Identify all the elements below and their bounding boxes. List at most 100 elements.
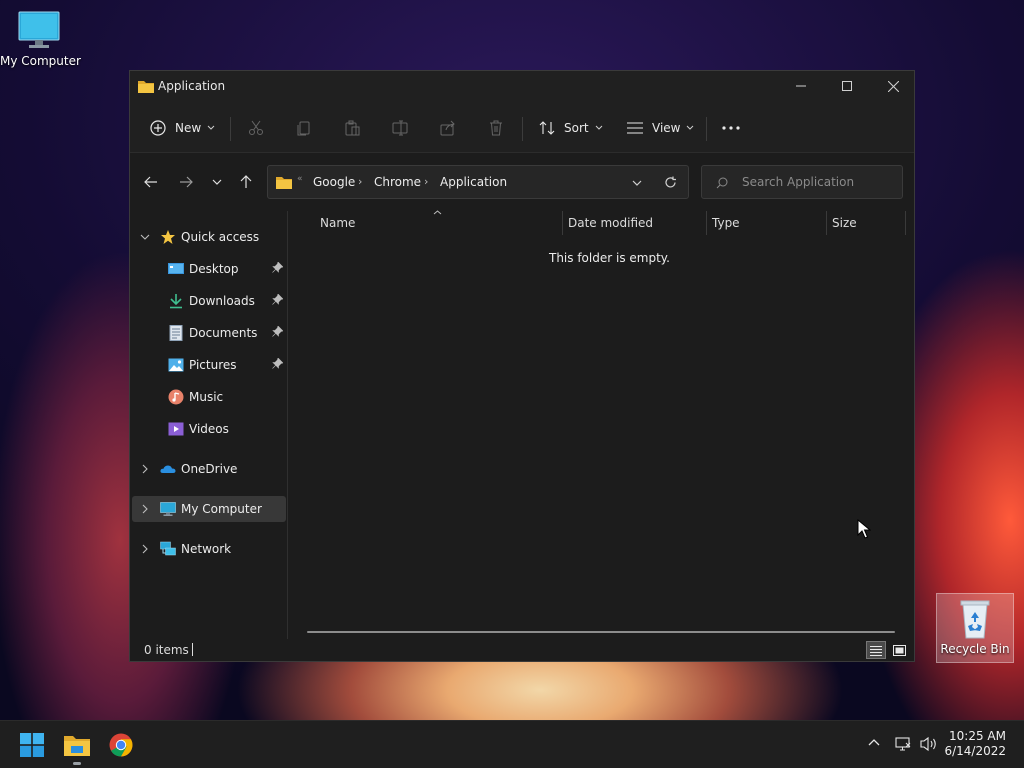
navigation-bar: « Google › Chrome › Application Search A… (130, 154, 914, 210)
search-box[interactable]: Search Application (701, 165, 903, 199)
column-header-date-modified[interactable]: Date modified (568, 211, 653, 237)
address-bar[interactable]: « Google › Chrome › Application (267, 165, 689, 199)
delete-button[interactable] (488, 113, 504, 143)
column-divider[interactable] (826, 211, 827, 235)
pin-icon[interactable] (272, 326, 283, 337)
maximize-button[interactable] (824, 71, 870, 101)
status-bar: 0 items (130, 639, 914, 661)
empty-folder-message: This folder is empty. (549, 251, 670, 265)
mouse-cursor-icon (857, 519, 871, 539)
column-divider[interactable] (706, 211, 707, 235)
breadcrumb-application[interactable]: Application (440, 175, 507, 189)
more-options-button[interactable] (722, 113, 740, 143)
file-explorer-icon (64, 736, 90, 756)
start-icon (20, 733, 44, 757)
sidebar-item-label: Desktop (189, 262, 239, 276)
back-button[interactable] (139, 171, 163, 193)
recycle-bin-icon (960, 600, 990, 639)
chevron-right-icon[interactable] (140, 464, 150, 474)
network-status-button[interactable] (895, 736, 911, 755)
status-divider (192, 643, 193, 656)
sidebar-item-quick-access[interactable]: Quick access (132, 224, 286, 250)
sidebar-item-videos[interactable]: Videos (132, 416, 286, 442)
column-header-size[interactable]: Size (832, 211, 857, 237)
chevron-down-icon (687, 125, 694, 130)
chevron-down-icon (207, 125, 215, 130)
sidebar-item-onedrive[interactable]: OneDrive (132, 456, 286, 482)
refresh-icon[interactable] (664, 176, 677, 189)
column-header-name[interactable]: Name (320, 211, 355, 237)
desktop-icon-my-computer[interactable]: My Computer (0, 10, 81, 68)
pin-icon[interactable] (272, 262, 283, 273)
cut-button[interactable] (248, 113, 264, 143)
divider (706, 117, 707, 141)
sidebar-item-my-computer[interactable]: My Computer (132, 496, 286, 522)
breadcrumb-google[interactable]: Google (313, 175, 355, 189)
breadcrumb-chevron-icon[interactable]: › (358, 175, 362, 188)
forward-button[interactable] (174, 171, 198, 193)
pin-icon[interactable] (272, 358, 283, 369)
column-header-type[interactable]: Type (712, 211, 740, 237)
column-divider[interactable] (905, 211, 906, 235)
breadcrumb-chrome[interactable]: Chrome (374, 175, 421, 189)
close-button[interactable] (870, 71, 916, 101)
sort-label: Sort (564, 121, 589, 135)
taskbar-file-explorer[interactable] (63, 731, 91, 765)
rename-button[interactable] (392, 113, 410, 143)
new-button[interactable]: New (150, 113, 215, 143)
chevron-down-icon[interactable] (140, 232, 150, 242)
paste-button[interactable] (344, 113, 360, 143)
recent-locations-button[interactable] (205, 171, 229, 193)
copy-button[interactable] (296, 113, 312, 143)
taskbar-clock[interactable]: 10:25 AM 6/14/2022 (944, 729, 1006, 759)
details-view-button[interactable] (866, 641, 886, 659)
sidebar-item-pictures[interactable]: Pictures (132, 352, 286, 378)
show-hidden-icons-button[interactable] (868, 735, 880, 749)
sidebar-item-downloads[interactable]: Downloads (132, 288, 286, 314)
sidebar-item-label: Downloads (189, 294, 255, 308)
volume-button[interactable] (920, 736, 938, 755)
new-label: New (175, 121, 202, 135)
large-icons-view-button[interactable] (889, 641, 909, 659)
chevron-down-icon (595, 125, 602, 130)
sidebar-item-label: Network (181, 542, 232, 556)
sidebar-item-network[interactable]: Network (132, 536, 286, 562)
arrow-up-icon (240, 175, 252, 188)
sidebar-item-documents[interactable]: Documents (132, 320, 286, 346)
sidebar-item-music[interactable]: Music (132, 384, 286, 410)
navigation-pane: Quick access Desktop Downloads Documents… (130, 211, 288, 639)
chevron-right-icon[interactable] (140, 544, 150, 554)
address-dropdown-icon[interactable] (632, 180, 642, 186)
videos-icon (168, 422, 184, 436)
divider (230, 117, 231, 141)
desktop-icon-recycle-bin[interactable]: Recycle Bin (936, 593, 1014, 663)
close-icon (887, 80, 899, 92)
chevron-right-icon[interactable] (140, 504, 150, 514)
chrome-icon (109, 733, 133, 757)
column-divider[interactable] (562, 211, 563, 235)
sidebar-item-desktop[interactable]: Desktop (132, 256, 286, 282)
share-button[interactable] (440, 113, 456, 143)
up-button[interactable] (234, 171, 258, 193)
more-icon (722, 126, 740, 130)
taskbar: 10:25 AM 6/14/2022 (0, 720, 1024, 768)
documents-icon (169, 325, 183, 341)
sidebar-item-label: OneDrive (181, 462, 238, 476)
delete-icon (490, 120, 502, 136)
breadcrumb-overflow[interactable]: « (297, 174, 303, 184)
pin-icon[interactable] (272, 294, 283, 305)
breadcrumb-chevron-icon[interactable]: › (424, 175, 428, 188)
column-label: Date modified (568, 216, 654, 230)
network-status-icon (895, 737, 911, 751)
share-icon (440, 120, 455, 136)
taskbar-chrome[interactable] (107, 731, 135, 759)
file-list: Name Date modified Type Size This folder… (289, 210, 914, 639)
network-icon (160, 541, 176, 556)
view-button[interactable]: View (627, 113, 694, 143)
large-icons-view-icon (892, 644, 906, 656)
horizontal-scrollbar[interactable] (307, 631, 895, 633)
start-button[interactable] (18, 731, 46, 759)
title-bar[interactable]: Application (130, 71, 914, 103)
sort-button[interactable]: Sort (539, 113, 603, 143)
minimize-button[interactable] (778, 71, 824, 101)
